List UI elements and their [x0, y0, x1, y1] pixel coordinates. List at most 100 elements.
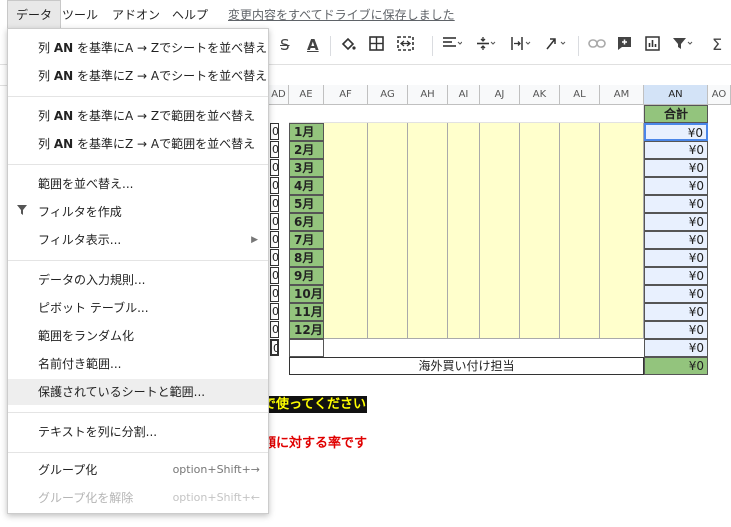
fill-color-icon[interactable] [340, 36, 356, 56]
menu-data[interactable]: データ [7, 0, 62, 28]
vertical-align-icon[interactable] [476, 36, 496, 55]
cell-empty[interactable] [289, 339, 324, 357]
left-cell-fragment[interactable]: 0 [270, 177, 279, 194]
total-header-cell[interactable]: 合計 [644, 105, 708, 123]
column-name: AN [53, 69, 74, 83]
text-color-icon[interactable]: A [307, 36, 319, 54]
column-header-al[interactable]: AL [560, 85, 600, 105]
horizontal-align-icon[interactable] [442, 36, 463, 55]
left-cell-fragment[interactable]: 0 [270, 213, 279, 230]
month-label[interactable]: 9月 [289, 267, 324, 285]
filter-views[interactable]: フィルタ表示... ▶ [8, 227, 268, 253]
column-header-ah[interactable]: AH [408, 85, 448, 105]
month-label[interactable]: 10月 [289, 285, 324, 303]
create-filter[interactable]: フィルタを作成 [8, 199, 268, 225]
column-header-am[interactable]: AM [600, 85, 644, 105]
left-cell-fragment[interactable]: 0 [270, 285, 279, 302]
left-cell-fragment[interactable]: 0 [270, 339, 279, 356]
total-cell[interactable]: ¥0 [644, 213, 708, 231]
month-label[interactable]: 7月 [289, 231, 324, 249]
total-cell[interactable]: ¥0 [644, 159, 708, 177]
sort-sheet-a-z[interactable]: 列 AN を基準にA → Zでシートを並べ替え [8, 35, 268, 61]
menu-separator [8, 164, 268, 165]
filter-icon[interactable] [672, 36, 694, 55]
month-label[interactable]: 2月 [289, 141, 324, 159]
sort-range-z-a[interactable]: 列 AN を基準にZ → Aで範囲を並べ替え [8, 131, 268, 157]
column-header-ai[interactable]: AI [448, 85, 480, 105]
left-cell-fragment[interactable]: 0 [270, 249, 279, 266]
group-rows[interactable]: グループ化 option+Shift+→ [8, 457, 268, 483]
total-cell[interactable]: ¥0 [644, 321, 708, 339]
functions-icon[interactable]: Σ [712, 36, 722, 54]
month-label[interactable]: 3月 [289, 159, 324, 177]
left-cell-fragment[interactable]: 0 [270, 267, 279, 284]
strikethrough-icon[interactable]: S [280, 36, 290, 54]
input-block-al[interactable] [560, 123, 600, 339]
column-header-ag[interactable]: AG [368, 85, 408, 105]
column-header-ad[interactable]: AD [269, 85, 289, 105]
insert-comment-icon[interactable] [617, 36, 632, 55]
input-block-ag[interactable] [368, 123, 408, 339]
month-label[interactable]: 11月 [289, 303, 324, 321]
input-block-ak[interactable] [520, 123, 560, 339]
column-header-ao[interactable]: AO [708, 85, 731, 105]
input-block-am[interactable] [600, 123, 644, 339]
merge-cells-icon[interactable] [397, 36, 414, 55]
month-label[interactable]: 12月 [289, 321, 324, 339]
cell-empty[interactable] [289, 105, 644, 123]
left-cell-fragment[interactable]: 0 [270, 141, 279, 158]
total-cell-selected[interactable]: ¥0 [644, 123, 708, 141]
ungroup-rows[interactable]: グループ化を解除 option+Shift+← [8, 485, 268, 511]
toolbar-divider [432, 36, 433, 56]
menu-addons[interactable]: アドオン [112, 6, 160, 23]
protected-sheets-ranges[interactable]: 保護されているシートと範囲... [8, 379, 268, 405]
text-rotation-icon[interactable] [545, 36, 567, 55]
left-cell-fragment[interactable]: 0 [270, 195, 279, 212]
total-cell[interactable]: ¥0 [644, 231, 708, 249]
column-header-ak[interactable]: AK [520, 85, 560, 105]
menu-help[interactable]: ヘルプ [172, 6, 208, 23]
input-block-ai[interactable] [448, 123, 480, 339]
data-validation[interactable]: データの入力規則... [8, 267, 268, 293]
total-cell[interactable]: ¥0 [644, 267, 708, 285]
split-text-to-columns[interactable]: テキストを列に分割... [8, 419, 268, 445]
column-header-ae[interactable]: AE [289, 85, 324, 105]
sort-sheet-z-a[interactable]: 列 AN を基準にZ → Aでシートを並べ替え [8, 63, 268, 89]
input-block-aj[interactable] [480, 123, 520, 339]
month-label[interactable]: 4月 [289, 177, 324, 195]
randomize-range[interactable]: 範囲をランダム化 [8, 323, 268, 349]
month-label[interactable]: 5月 [289, 195, 324, 213]
left-cell-fragment[interactable]: 0 [270, 303, 279, 320]
month-label[interactable]: 1月 [289, 123, 324, 141]
named-ranges[interactable]: 名前付き範囲... [8, 351, 268, 377]
left-cell-fragment[interactable]: 0 [270, 231, 279, 248]
input-block-af[interactable] [324, 123, 368, 339]
save-status[interactable]: 変更内容をすべてドライブに保存しました [228, 6, 455, 23]
total-cell[interactable]: ¥0 [644, 285, 708, 303]
text-wrap-icon[interactable] [510, 36, 532, 55]
total-cell[interactable]: ¥0 [644, 195, 708, 213]
left-cell-fragment[interactable]: 0 [270, 123, 279, 140]
pivot-table[interactable]: ピボット テーブル... [8, 295, 268, 321]
month-label[interactable]: 6月 [289, 213, 324, 231]
input-block-ah[interactable] [408, 123, 448, 339]
total-cell[interactable]: ¥0 [644, 141, 708, 159]
left-cell-fragment[interactable]: 0 [270, 159, 279, 176]
sort-range-dialog[interactable]: 範囲を並べ替え... [8, 171, 268, 197]
borders-icon[interactable] [369, 36, 384, 55]
column-header-an[interactable]: AN [644, 85, 708, 105]
buyer-label-cell[interactable]: 海外買い付け担当 [289, 357, 644, 375]
buyer-total-cell[interactable]: ¥0 [644, 357, 708, 375]
insert-chart-icon[interactable] [645, 36, 660, 55]
sort-range-a-z[interactable]: 列 AN を基準にA → Zで範囲を並べ替え [8, 103, 268, 129]
total-cell[interactable]: ¥0 [644, 249, 708, 267]
insert-link-icon[interactable] [588, 36, 606, 55]
menu-tools[interactable]: ツール [62, 6, 98, 23]
column-header-aj[interactable]: AJ [480, 85, 520, 105]
total-cell[interactable]: ¥0 [644, 339, 708, 357]
total-cell[interactable]: ¥0 [644, 177, 708, 195]
month-label[interactable]: 8月 [289, 249, 324, 267]
left-cell-fragment[interactable]: 0 [270, 321, 279, 338]
total-cell[interactable]: ¥0 [644, 303, 708, 321]
column-header-af[interactable]: AF [324, 85, 368, 105]
